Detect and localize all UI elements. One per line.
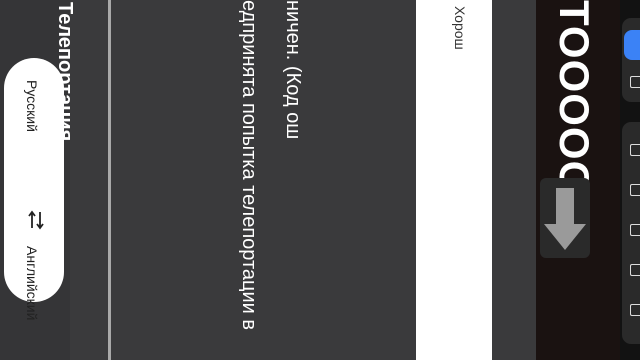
panel-gap [492,0,536,360]
crop-icon[interactable] [630,76,640,88]
paint-icon[interactable] [630,144,640,156]
plus-icon[interactable] [630,224,640,236]
copy-icon[interactable] [630,304,640,316]
translation-title: Телепортация [54,2,76,142]
ok-button[interactable]: Хорош [452,6,468,50]
screenshot-icon[interactable] [624,30,640,60]
result-card [416,0,492,360]
down-arrow-button[interactable] [540,178,590,258]
divider [108,0,111,360]
translation-line-1: едпринята попытка телепортации в [238,0,260,331]
move-icon[interactable] [630,264,640,276]
swap-icon[interactable] [28,210,44,230]
target-language[interactable]: Русский [24,80,40,132]
source-language[interactable]: Английский [24,246,40,320]
text-icon[interactable] [630,184,640,196]
translation-line-2: ничен. (Код ош [282,0,304,140]
down-arrow-icon [544,188,586,250]
